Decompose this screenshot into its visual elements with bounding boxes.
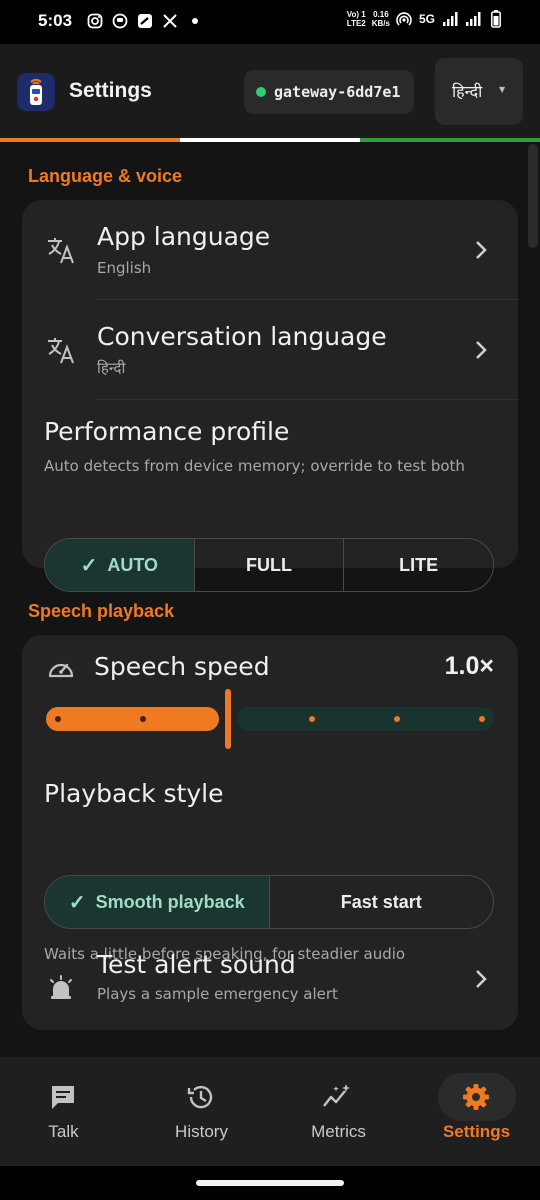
slider-inactive-track [237, 707, 494, 731]
profile-option-lite[interactable]: LITE [344, 539, 493, 591]
gear-icon [460, 1081, 492, 1113]
nav-item-metrics[interactable]: Metrics [270, 1057, 405, 1166]
status-bar: 5:03 Vo) 1 LTE2 0.16 KB/s 5G [0, 0, 540, 44]
alarm-bell-icon [44, 972, 78, 1006]
x-twitter-icon [161, 12, 178, 29]
network-speed: 0.16 KB/s [371, 10, 390, 28]
chevron-right-icon [474, 968, 488, 990]
performance-profile-title: Performance profile [44, 417, 290, 446]
nav-item-history[interactable]: History [134, 1057, 269, 1166]
profile-option-full[interactable]: FULL [195, 539, 345, 591]
test-alert-row[interactable]: Test alert sound Plays a sample emergenc… [22, 950, 518, 1030]
scrollbar[interactable] [528, 144, 538, 248]
playback-option-smooth[interactable]: ✓ Smooth playback [45, 876, 270, 928]
slider-step-dot [55, 716, 61, 722]
slider-thumb[interactable] [225, 689, 231, 749]
app-icon [136, 12, 153, 29]
volte-indicator: Vo) 1 LTE2 [346, 10, 366, 28]
metrics-icon [321, 1081, 353, 1113]
language-selector-button[interactable]: हिन्दी ▼ [435, 58, 523, 125]
app-icon [111, 12, 128, 29]
speech-speed-title: Speech speed [94, 652, 270, 681]
app-language-title: App language [97, 222, 271, 251]
speech-speed-value: 1.0× [444, 652, 494, 680]
nav-label: History [175, 1122, 228, 1141]
app-language-value: English [97, 259, 152, 277]
hotspot-icon [396, 11, 413, 28]
test-alert-description: Plays a sample emergency alert [97, 985, 338, 1003]
page-title: Settings [69, 79, 152, 102]
slider-step-dot [479, 716, 485, 722]
status-system-icons: Vo) 1 LTE2 0.16 KB/s 5G [347, 10, 504, 28]
nav-label: Talk [48, 1122, 79, 1141]
home-gesture-handle[interactable] [196, 1180, 344, 1186]
dropdown-caret-icon: ▼ [499, 85, 506, 94]
speech-card: Speech speed 1.0× Playback style ✓ Smoot… [22, 635, 518, 1030]
test-alert-title: Test alert sound [97, 950, 296, 979]
chat-icon [47, 1081, 79, 1113]
battery-icon [487, 10, 504, 28]
chevron-right-icon [474, 339, 488, 361]
performance-profile-selector: ✓ AUTO FULL LITE [44, 538, 494, 592]
playback-option-fast-start[interactable]: Fast start [270, 876, 494, 928]
translate-icon [44, 333, 78, 367]
signal-icon [464, 11, 481, 28]
speedometer-icon [44, 652, 78, 686]
status-notification-icons [86, 12, 203, 29]
playback-style-title: Playback style [44, 779, 224, 808]
top-app-bar: Settings gateway-6dd7e1 हिन्दी ▼ [0, 44, 540, 142]
language-card: App language English Conversation langua… [22, 200, 518, 592]
section-heading-language: Language & voice [28, 166, 183, 186]
conversation-language-row[interactable]: Conversation language हिन्दी [22, 300, 518, 400]
signal-icon [441, 11, 458, 28]
performance-profile-description: Auto detects from device memory; overrid… [44, 457, 465, 475]
notification-dot-icon [186, 12, 203, 29]
check-icon: ✓ [80, 554, 98, 577]
nav-item-settings[interactable]: Settings [405, 1057, 540, 1166]
gateway-status-chip[interactable]: gateway-6dd7e1 [244, 70, 415, 114]
translate-icon [44, 233, 78, 267]
tricolor-strip [0, 138, 540, 142]
check-icon: ✓ [68, 891, 86, 914]
settings-screen: Settings gateway-6dd7e1 हिन्दी ▼ Languag… [0, 44, 540, 1166]
status-time: 5:03 [38, 11, 73, 30]
connection-status-dot [256, 87, 266, 97]
language-selector-value: हिन्दी [452, 82, 483, 101]
bottom-navigation: Talk History Metrics Settings [0, 1057, 540, 1166]
app-logo [17, 73, 55, 111]
section-heading-speech: Speech playback [28, 601, 175, 621]
slider-active-track [46, 707, 219, 731]
history-icon [184, 1081, 216, 1113]
nav-label: Metrics [311, 1122, 366, 1141]
nav-item-talk[interactable]: Talk [0, 1057, 135, 1166]
playback-style-selector: ✓ Smooth playback Fast start [44, 875, 494, 929]
instagram-icon [86, 12, 103, 29]
conversation-language-title: Conversation language [97, 322, 387, 351]
profile-option-auto[interactable]: ✓ AUTO [45, 539, 195, 591]
speech-speed-slider[interactable] [46, 689, 494, 749]
slider-step-dot [139, 716, 146, 722]
conversation-language-value: हिन्दी [97, 359, 126, 377]
system-navigation-bar [0, 1166, 540, 1200]
divider [96, 399, 518, 400]
nav-label: Settings [442, 1122, 511, 1141]
app-language-row[interactable]: App language English [22, 200, 518, 300]
chevron-right-icon [474, 239, 488, 261]
network-type: 5G [418, 12, 435, 26]
gateway-name: gateway-6dd7e1 [274, 83, 401, 101]
